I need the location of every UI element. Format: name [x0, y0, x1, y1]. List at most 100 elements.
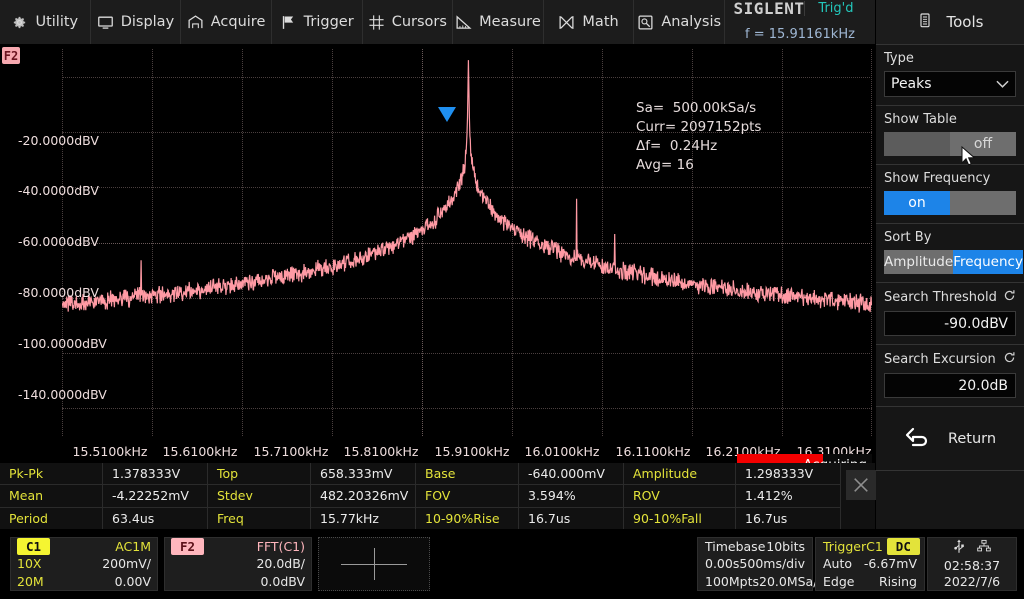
- trigger-label: Trigger: [823, 539, 867, 555]
- timebase-box[interactable]: Timebase 10bits 0.00s 500ms/div 100Mpts …: [697, 537, 824, 591]
- measurement-name: 90-10%Fall: [624, 507, 736, 529]
- trigger-mode: Auto: [823, 556, 853, 572]
- system-time: 02:58:37: [943, 557, 1001, 573]
- show-table-toggle-right[interactable]: off: [950, 132, 1016, 156]
- measurement-name: FOV: [416, 485, 519, 507]
- show-frequency-toggle-left[interactable]: on: [884, 191, 950, 215]
- channel-c1-tag[interactable]: C1: [17, 538, 51, 556]
- return-button[interactable]: Return: [876, 407, 1024, 471]
- analysis-icon: [637, 14, 654, 31]
- return-arrow-icon: [904, 425, 932, 453]
- trace-badge-f2[interactable]: F2: [2, 47, 20, 64]
- channel-c1-offset: 0.00V: [114, 573, 151, 589]
- menu-item-math[interactable]: Math: [544, 0, 635, 44]
- measurement-grid: Pk-Pk 1.378333V Top 658.333mV Base -640.…: [0, 463, 841, 529]
- crosshair-grid-icon: [368, 14, 385, 31]
- show-table-label: Show Table: [884, 112, 957, 127]
- tools-clipboard-icon: [917, 11, 933, 33]
- measurement-value: 658.333mV: [311, 463, 416, 485]
- top-menu-bar: Utility Display Acquire Trigger Cursors …: [0, 0, 875, 45]
- acquire-icon: [187, 14, 204, 31]
- refresh-icon[interactable]: [1003, 289, 1016, 306]
- x-axis-label: 16.1100kHz: [615, 444, 691, 459]
- trigger-slope: Rising: [878, 573, 917, 589]
- timebase-delay: 0.00s: [705, 556, 740, 572]
- show-table-block: Show Table off: [876, 106, 1024, 165]
- menu-item-acquire[interactable]: Acquire: [181, 0, 272, 44]
- table-row: Mean -4.22252mV Stdev 482.20326mV FOV 3.…: [0, 485, 841, 508]
- measurement-value: -640.000mV: [519, 463, 624, 485]
- search-threshold-input[interactable]: -90.0dBV: [884, 311, 1016, 336]
- timebase-label: Timebase: [705, 539, 766, 555]
- close-x-icon[interactable]: [846, 470, 876, 500]
- type-value: Peaks: [891, 76, 932, 92]
- measurement-value: 1.378333V: [103, 463, 208, 485]
- trigger-type: Edge: [823, 573, 855, 589]
- chevron-down-icon: [996, 80, 1009, 88]
- sort-by-frequency-option[interactable]: Frequency: [953, 250, 1023, 274]
- ruler-icon: [455, 14, 472, 31]
- trigger-box[interactable]: Trigger C1 DC Auto -6.67mV Edge Rising: [815, 537, 925, 591]
- menu-item-trigger[interactable]: Trigger: [272, 0, 363, 44]
- menu-item-label: Analysis: [661, 14, 722, 30]
- empty-channel-slot[interactable]: [318, 537, 430, 591]
- measurement-name: Base: [416, 463, 519, 485]
- timebase-memory: 100Mpts: [705, 573, 759, 589]
- menu-item-utility[interactable]: Utility: [0, 0, 91, 44]
- crosshair-vertical: [374, 548, 375, 580]
- show-frequency-toggle-right[interactable]: [950, 191, 1016, 215]
- peak-marker-icon: [438, 107, 456, 122]
- menu-item-cursors[interactable]: Cursors: [363, 0, 454, 44]
- show-frequency-toggle[interactable]: on: [884, 191, 1016, 215]
- acquiring-progress: Acquiring: [737, 454, 872, 463]
- show-table-toggle-left[interactable]: [884, 132, 950, 156]
- fft-plot-area[interactable]: F2 -20.0000dBV -40.0000dBV -60.0000dBV -…: [0, 45, 875, 463]
- measurement-name: 10-90%Rise: [416, 507, 519, 529]
- system-status-box: 02:58:37 2022/7/6: [927, 537, 1017, 591]
- channel-c1-coupling: AC1M: [115, 539, 151, 555]
- timebase-bits: 10bits: [766, 539, 805, 555]
- measurement-name: Amplitude: [624, 463, 736, 485]
- system-date: 2022/7/6: [943, 574, 1001, 590]
- frequency-readout: f = 15.91161kHz: [745, 27, 855, 42]
- math-icon: [558, 14, 575, 31]
- type-dropdown[interactable]: Peaks: [884, 71, 1016, 97]
- lan-icon[interactable]: [977, 539, 991, 556]
- flag-icon: [280, 14, 297, 31]
- y-axis-label: -20.0000dBV: [18, 133, 99, 148]
- timebase-scale: 500ms/div: [739, 556, 805, 572]
- divider: [0, 529, 1024, 531]
- channel-f2-box[interactable]: F2 FFT(C1) 20.0dB/ 0.0dBV: [164, 537, 312, 591]
- close-measurement-table-button[interactable]: [841, 463, 881, 529]
- mouse-cursor: [961, 146, 976, 166]
- menu-item-label: Display: [120, 14, 175, 30]
- menu-item-display[interactable]: Display: [91, 0, 182, 44]
- y-axis-label: -40.0000dBV: [18, 183, 99, 198]
- y-axis-label: -100.0000dBV: [18, 336, 107, 351]
- trigger-status-badge: Trig'd: [804, 1, 866, 16]
- search-excursion-label: Search Excursion: [884, 352, 996, 367]
- measurement-name: Top: [208, 463, 311, 485]
- measurement-value: 1.298333V: [736, 463, 841, 485]
- trigger-coupling-badge: DC: [886, 538, 920, 556]
- channel-c1-box[interactable]: C1 AC1M 10X 200mV/ 20M 0.00V: [10, 537, 158, 591]
- siglent-logo: SIGLENT: [733, 0, 805, 18]
- x-axis-label: 15.7100kHz: [253, 444, 329, 459]
- show-table-toggle[interactable]: off: [884, 132, 1016, 156]
- menu-item-analysis[interactable]: Analysis: [634, 0, 725, 44]
- measurement-value: 16.7us: [519, 507, 624, 529]
- channel-f2-tag[interactable]: F2: [171, 538, 205, 556]
- type-block: Type Peaks: [876, 45, 1024, 106]
- sort-by-amplitude-option[interactable]: Amplitude: [884, 250, 954, 274]
- fft-info-annotations: Sa= 500.00kSa/s Curr= 2097152pts Δf= 0.2…: [636, 100, 762, 173]
- search-excursion-input[interactable]: 20.0dB: [884, 373, 1016, 398]
- usb-icon[interactable]: [953, 538, 965, 557]
- menu-item-measure[interactable]: Measure: [453, 0, 544, 44]
- x-axis-label: 15.5100kHz: [72, 444, 148, 459]
- x-axis-label: 15.8100kHz: [343, 444, 419, 459]
- menu-item-label: Math: [582, 14, 619, 30]
- refresh-icon[interactable]: [1003, 351, 1016, 368]
- measurement-value: -4.22252mV: [103, 485, 208, 507]
- channel-f2-source: FFT(C1): [256, 539, 305, 555]
- sort-by-segmented-control[interactable]: Amplitude Frequency: [884, 250, 1023, 274]
